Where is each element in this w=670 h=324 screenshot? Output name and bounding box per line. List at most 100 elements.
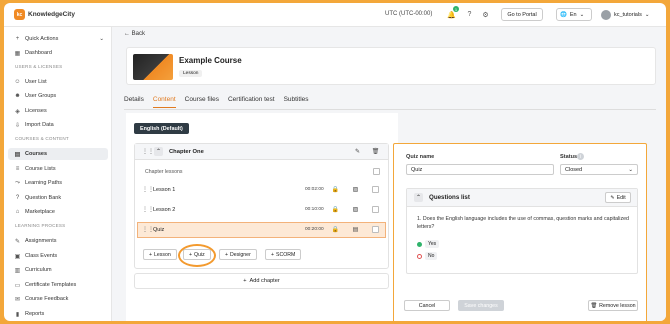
chevron-up-icon[interactable]: ⌃ bbox=[414, 193, 423, 202]
logo[interactable]: kc KnowledgeCity bbox=[14, 9, 75, 20]
plus-icon: + bbox=[15, 36, 20, 42]
status-value: Closed bbox=[565, 166, 583, 173]
quick-actions-toggle[interactable]: + Quick Actions ⌄ bbox=[8, 33, 108, 45]
pencil-icon[interactable]: ✎ bbox=[353, 147, 362, 156]
language-select[interactable]: 🌐 En ⌄ bbox=[556, 8, 592, 21]
go-to-portal-button[interactable]: Go to Portal bbox=[501, 8, 543, 21]
lesson-checkbox[interactable] bbox=[372, 186, 379, 193]
quiz-editor-panel: Quiz name Quiz Status i Closed ⌄ ⌃ Quest… bbox=[393, 143, 647, 321]
lock-icon[interactable]: 🔒 bbox=[331, 205, 340, 214]
tab-subtitles[interactable]: Subtitles bbox=[284, 96, 309, 108]
tab-content[interactable]: Content bbox=[152, 96, 176, 108]
username: kc_tutorials bbox=[614, 11, 642, 18]
user-menu[interactable]: kc_tutorials ⌄ bbox=[601, 8, 649, 21]
assignment-icon: ✎ bbox=[14, 238, 21, 245]
select-all-checkbox[interactable] bbox=[373, 168, 380, 175]
sidebar-item-label: Marketplace bbox=[25, 209, 55, 215]
chapter-header: ⋮⋮ ⌃ Chapter One ✎ 🗑 bbox=[135, 144, 388, 160]
lesson-row-selected[interactable]: ⋮⋮ Quiz 00:20:00 🔒 ▤ bbox=[137, 222, 386, 238]
lesson-checkbox[interactable] bbox=[372, 206, 379, 213]
sidebar-item-user-list[interactable]: ☺ User List bbox=[8, 76, 108, 88]
sidebar-item-class-events[interactable]: ▣ Class Events bbox=[8, 250, 108, 262]
sidebar-item-assignments[interactable]: ✎ Assignments bbox=[8, 235, 108, 247]
trash-icon[interactable]: 🗑 bbox=[371, 147, 380, 156]
lesson-duration: 00:20:00 bbox=[305, 227, 324, 232]
bell-icon[interactable]: 🔔 1 bbox=[446, 6, 459, 20]
remove-lesson-button[interactable]: 🗑 Remove lesson bbox=[588, 300, 638, 311]
image-icon[interactable]: ▨ bbox=[351, 205, 360, 214]
sidebar-item-user-groups[interactable]: ☻ User Groups bbox=[8, 90, 108, 102]
notification-badge: 1 bbox=[453, 6, 459, 12]
add-lesson-button[interactable]: + Lesson bbox=[143, 249, 177, 260]
sidebar-item-label: Reports bbox=[25, 311, 45, 317]
feedback-icon: ✉ bbox=[14, 296, 21, 303]
lesson-checkbox[interactable] bbox=[372, 226, 379, 233]
tab-certification-test[interactable]: Certification test bbox=[228, 96, 275, 108]
sidebar-item-label: Import Data bbox=[25, 122, 54, 128]
chapter-card: ⋮⋮ ⌃ Chapter One ✎ 🗑 Chapter lessons ⋮⋮ … bbox=[134, 143, 389, 269]
save-changes-button[interactable]: Save changes bbox=[458, 300, 504, 311]
sidebar-item-label: Certificate Templates bbox=[25, 282, 77, 288]
lesson-row[interactable]: ⋮⋮ Lesson 1 00:02:00 🔒 ▨ bbox=[137, 182, 386, 198]
sidebar-item-import-data[interactable]: ⇩ Import Data bbox=[8, 119, 108, 131]
drag-handle-icon[interactable]: ⋮⋮ bbox=[142, 148, 154, 155]
add-designer-label: Designer bbox=[230, 251, 251, 258]
remove-lesson-label: Remove lesson bbox=[599, 302, 636, 309]
course-thumbnail bbox=[133, 54, 173, 80]
cancel-button[interactable]: Cancel bbox=[404, 300, 450, 311]
sidebar-item-courses[interactable]: ▤ Courses bbox=[8, 148, 108, 160]
help-icon[interactable]: ? bbox=[464, 9, 475, 20]
lock-icon[interactable]: 🔒 bbox=[331, 185, 340, 194]
tab-course-files[interactable]: Course files bbox=[185, 96, 219, 108]
certificate-icon: ▭ bbox=[14, 282, 21, 289]
sidebar-item-licenses[interactable]: ◈ Licenses bbox=[8, 105, 108, 117]
add-designer-button[interactable]: + Designer bbox=[219, 249, 257, 260]
lock-icon[interactable]: 🔒 bbox=[331, 225, 340, 234]
report-icon: ▮ bbox=[15, 311, 20, 318]
back-link[interactable]: ← Back bbox=[124, 31, 145, 37]
sidebar-item-course-feedback[interactable]: ✉ Course Feedback bbox=[8, 293, 108, 305]
book-icon: ▥ bbox=[14, 267, 21, 274]
info-icon[interactable]: i bbox=[577, 153, 584, 160]
sidebar-item-label: Course Feedback bbox=[25, 296, 69, 302]
timezone-label: UTC (UTC-00:00) bbox=[385, 11, 433, 17]
check-circle-icon bbox=[417, 241, 422, 247]
path-icon: ⤳ bbox=[15, 179, 20, 186]
gear-icon[interactable]: ⚙ bbox=[480, 9, 491, 20]
import-icon: ⇩ bbox=[14, 122, 21, 129]
sidebar-item-label: User Groups bbox=[25, 93, 57, 99]
add-scorm-button[interactable]: + SCORM bbox=[265, 249, 302, 260]
sidebar-item-label: Assignments bbox=[25, 238, 57, 244]
courses-icon: ▤ bbox=[14, 151, 21, 158]
highlight-circle bbox=[178, 244, 216, 267]
add-chapter-button[interactable]: + Add chapter bbox=[134, 273, 389, 289]
sidebar-item-learning-paths[interactable]: ⤳ Learning Paths bbox=[8, 177, 108, 189]
sidebar-item-reports[interactable]: ▮ Reports bbox=[8, 308, 108, 320]
sidebar-item-certificate-templates[interactable]: ▭ Certificate Templates bbox=[8, 279, 108, 291]
quiz-name-input[interactable]: Quiz bbox=[406, 164, 554, 175]
sidebar-item-curriculum[interactable]: ▥ Curriculum bbox=[8, 264, 108, 276]
quiz-icon[interactable]: ▤ bbox=[351, 225, 360, 234]
lesson-title: Quiz bbox=[153, 227, 165, 233]
lesson-row[interactable]: ⋮⋮ Lesson 2 00:10:00 🔒 ▨ bbox=[137, 202, 386, 218]
sidebar-item-marketplace[interactable]: ⌂ Marketplace bbox=[8, 206, 108, 218]
course-tabs: Details Content Course files Certificati… bbox=[124, 96, 309, 108]
section-users-licenses: USERS & LICENSES bbox=[15, 64, 63, 69]
avatar bbox=[601, 9, 611, 20]
image-icon[interactable]: ▨ bbox=[351, 185, 360, 194]
sidebar-item-dashboard[interactable]: ▦ Dashboard bbox=[8, 47, 108, 59]
chevron-down-icon: ⌄ bbox=[99, 36, 104, 42]
lesson-duration: 00:02:00 bbox=[305, 187, 324, 192]
language-english-button[interactable]: English (Default) bbox=[134, 123, 189, 134]
status-select[interactable]: Closed ⌄ bbox=[560, 164, 638, 175]
chevron-up-icon[interactable]: ⌃ bbox=[154, 147, 163, 156]
sidebar-item-course-lists[interactable]: ≡ Course Lists bbox=[8, 163, 108, 175]
top-bar: kc KnowledgeCity UTC (UTC-00:00) 🔔 1 ? ⚙ … bbox=[4, 3, 666, 27]
sidebar-item-question-bank[interactable]: ? Question Bank bbox=[8, 192, 108, 204]
edit-questions-button[interactable]: ✎ Edit bbox=[605, 192, 631, 203]
license-icon: ◈ bbox=[15, 108, 20, 115]
plus-icon: + bbox=[271, 251, 275, 258]
logo-badge-icon: kc bbox=[14, 9, 25, 20]
questions-list-header: ⌃ Questions list ✎ Edit bbox=[407, 189, 637, 207]
tab-details[interactable]: Details bbox=[124, 96, 144, 108]
